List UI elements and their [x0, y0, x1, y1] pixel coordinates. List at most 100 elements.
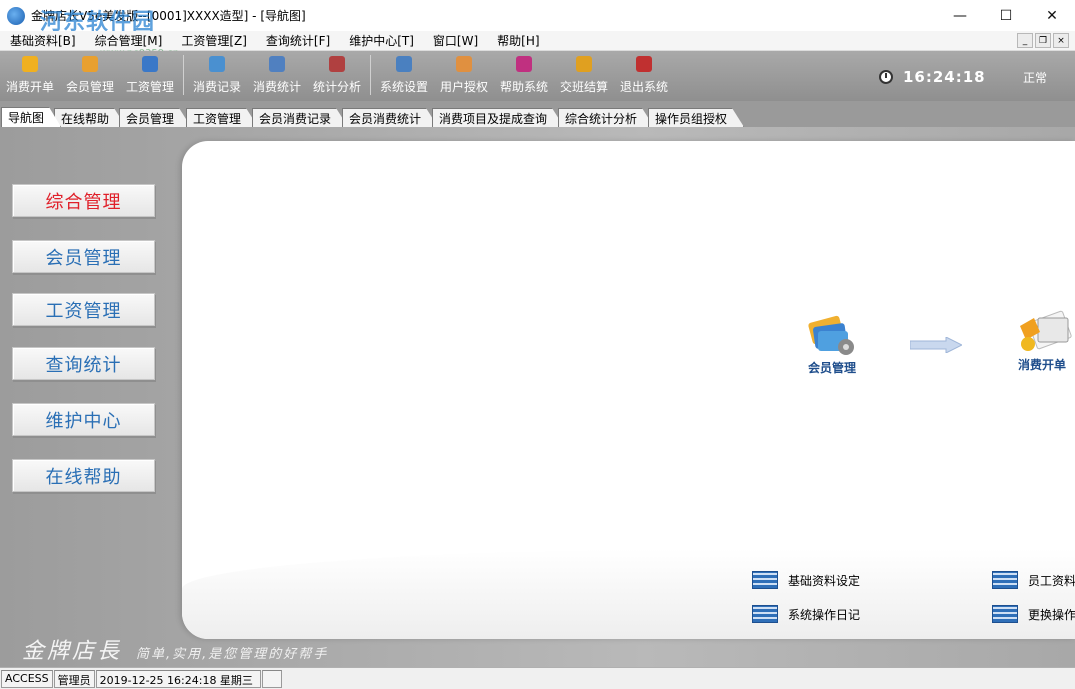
status-empty — [261, 669, 282, 688]
toolbar-button-label: 用户授权 — [439, 80, 488, 94]
toolbar-exit-system-button[interactable]: 退出系统 — [614, 56, 674, 95]
member-card-icon — [808, 315, 854, 355]
nav-maintenance-button[interactable]: 维护中心 — [12, 403, 155, 436]
toolbar-button-label: 系统设置 — [379, 80, 428, 94]
window-controls: — ☐ ✕ — [937, 0, 1075, 31]
menu-basic-data[interactable]: 基础资料[B] — [10, 32, 76, 49]
quick-link-label: 系统操作日记 — [788, 607, 861, 622]
navigation-panel — [182, 141, 1075, 639]
nav-payroll-button[interactable]: 工资管理 — [12, 293, 155, 326]
main-area: 综合管理 会员管理 工资管理 查询统计 维护中心 在线帮助 — [0, 127, 1075, 667]
toolbar-buttons: 消费开单 会员管理 工资管理 消费记录 消费统计 统计分析 系统设置 用户授权 帮助系统 交班结算… — [0, 55, 674, 95]
brand-slogan: 简单,实用,是您管理的好帮手 — [136, 647, 329, 662]
help-book-icon — [516, 56, 532, 72]
menu-maintenance[interactable]: 维护中心[T] — [349, 32, 414, 49]
toolbar-separator — [183, 55, 184, 95]
clock: 16:24:18 — [879, 68, 986, 86]
toolbar-button-label: 交班结算 — [559, 80, 608, 94]
quick-link-change-operator[interactable]: 更换操作 — [992, 605, 1075, 623]
brand-name: 金牌店長 — [22, 639, 123, 664]
table-icon — [992, 571, 1018, 589]
menu-bar: 基础资料[B] 综合管理[M] 工资管理[Z] 查询统计[F] 维护中心[T] … — [0, 31, 1075, 51]
handover-icon — [576, 56, 592, 72]
toolbar-button-label: 帮助系统 — [499, 80, 548, 94]
settings-icon — [396, 56, 412, 72]
payroll-icon — [142, 56, 158, 72]
toolbar: 消费开单 会员管理 工资管理 消费记录 消费统计 统计分析 系统设置 用户授权 帮助系统 交班结算… — [0, 51, 1075, 101]
tab-navigation-map[interactable]: 导航图 — [1, 107, 61, 127]
flow-billing[interactable]: 消费开单 — [1010, 310, 1074, 373]
analysis-icon — [329, 56, 345, 72]
toolbar-consumption-stats-button[interactable]: 消费统计 — [247, 56, 307, 95]
tab-commission-query[interactable]: 消费项目及提成查询 — [432, 108, 564, 127]
flow-billing-label: 消费开单 — [1017, 358, 1066, 372]
quick-link-staff-data[interactable]: 员工资料 — [992, 571, 1075, 589]
nav-general-management-button[interactable]: 综合管理 — [12, 184, 155, 217]
tab-bar: 导航图 在线帮助 会员管理 工资管理 会员消费记录 会员消费统计 消费项目及提成… — [0, 101, 1075, 127]
status-user: 管理员 — [53, 669, 95, 688]
status-datetime: 2019-12-25 16:24:18 星期三 — [95, 669, 261, 688]
toolbar-shift-settlement-button[interactable]: 交班结算 — [554, 56, 614, 95]
panel-bottom-band — [182, 549, 1075, 639]
close-button[interactable]: ✕ — [1029, 0, 1075, 31]
tab-general-stats[interactable]: 综合统计分析 — [558, 108, 654, 127]
toolbar-button-label: 退出系统 — [619, 80, 668, 94]
mdi-controls: _ ❐ × — [1017, 33, 1069, 48]
stats-icon — [269, 56, 285, 72]
tab-member-consumption-record[interactable]: 会员消费记录 — [252, 108, 348, 127]
toolbar-consumption-record-button[interactable]: 消费记录 — [187, 56, 247, 95]
nav-query-stats-button[interactable]: 查询统计 — [12, 347, 155, 380]
quick-link-label: 基础资料设定 — [788, 573, 861, 588]
record-icon — [209, 56, 225, 72]
toolbar-billing-button[interactable]: 消费开单 — [0, 56, 60, 95]
flow-member-management[interactable]: 会员管理 — [806, 313, 858, 376]
toolbar-help-system-button[interactable]: 帮助系统 — [494, 56, 554, 95]
toolbar-button-label: 消费开单 — [5, 80, 54, 94]
menu-help[interactable]: 帮助[H] — [497, 32, 539, 49]
tab-member-management[interactable]: 会员管理 — [119, 108, 191, 127]
toolbar-button-label: 消费统计 — [252, 80, 301, 94]
mdi-minimize-button[interactable]: _ — [1017, 33, 1033, 48]
tab-payroll[interactable]: 工资管理 — [186, 108, 258, 127]
status-bar: ACCESS 管理员 2019-12-25 16:24:18 星期三 — [0, 667, 1075, 689]
table-icon — [992, 605, 1018, 623]
menu-window[interactable]: 窗口[W] — [433, 32, 478, 49]
tab-online-help[interactable]: 在线帮助 — [54, 108, 126, 127]
status-database: ACCESS — [1, 669, 53, 688]
menu-general-management[interactable]: 综合管理[M] — [95, 32, 163, 49]
app-icon — [7, 6, 25, 25]
quick-link-basic-settings[interactable]: 基础资料设定 — [752, 571, 860, 589]
toolbar-button-label: 消费记录 — [192, 80, 241, 94]
flow-member-label: 会员管理 — [807, 361, 856, 375]
clock-icon — [879, 70, 893, 84]
table-icon — [752, 605, 778, 623]
brand-footer: 金牌店長 简单,实用,是您管理的好帮手 — [22, 633, 328, 665]
toolbar-member-button[interactable]: 会员管理 — [60, 56, 120, 95]
billing-book-icon — [1020, 310, 1072, 351]
nav-member-management-button[interactable]: 会员管理 — [12, 240, 155, 273]
table-icon — [752, 571, 778, 589]
toolbar-user-auth-button[interactable]: 用户授权 — [434, 56, 494, 95]
minimize-button[interactable]: — — [937, 0, 983, 31]
menu-payroll[interactable]: 工资管理[Z] — [181, 32, 247, 49]
toolbar-system-settings-button[interactable]: 系统设置 — [374, 56, 434, 95]
maximize-button[interactable]: ☐ — [983, 0, 1029, 31]
status-text: 正常 — [1023, 71, 1048, 85]
quick-link-operation-log[interactable]: 系统操作日记 — [752, 605, 860, 623]
toolbar-button-label: 会员管理 — [65, 80, 114, 94]
toolbar-separator — [370, 55, 371, 95]
clock-time: 16:24:18 — [903, 68, 986, 86]
toolbar-payroll-button[interactable]: 工资管理 — [120, 56, 180, 95]
user-auth-icon — [456, 56, 472, 72]
window-title: 金牌店长V5e美发版--[0001]XXXX造型] - [导航图] — [31, 9, 306, 23]
tab-operator-auth[interactable]: 操作员组授权 — [648, 108, 744, 127]
tab-member-consumption-stats[interactable]: 会员消费统计 — [342, 108, 438, 127]
member-icon — [82, 56, 98, 72]
quick-link-label: 员工资料 — [1028, 573, 1075, 588]
nav-online-help-button[interactable]: 在线帮助 — [12, 459, 155, 492]
mdi-restore-button[interactable]: ❐ — [1035, 33, 1051, 48]
mdi-close-button[interactable]: × — [1053, 33, 1069, 48]
toolbar-button-label: 统计分析 — [312, 80, 361, 94]
toolbar-stats-analysis-button[interactable]: 统计分析 — [307, 56, 367, 95]
menu-query-stats[interactable]: 查询统计[F] — [266, 32, 330, 49]
